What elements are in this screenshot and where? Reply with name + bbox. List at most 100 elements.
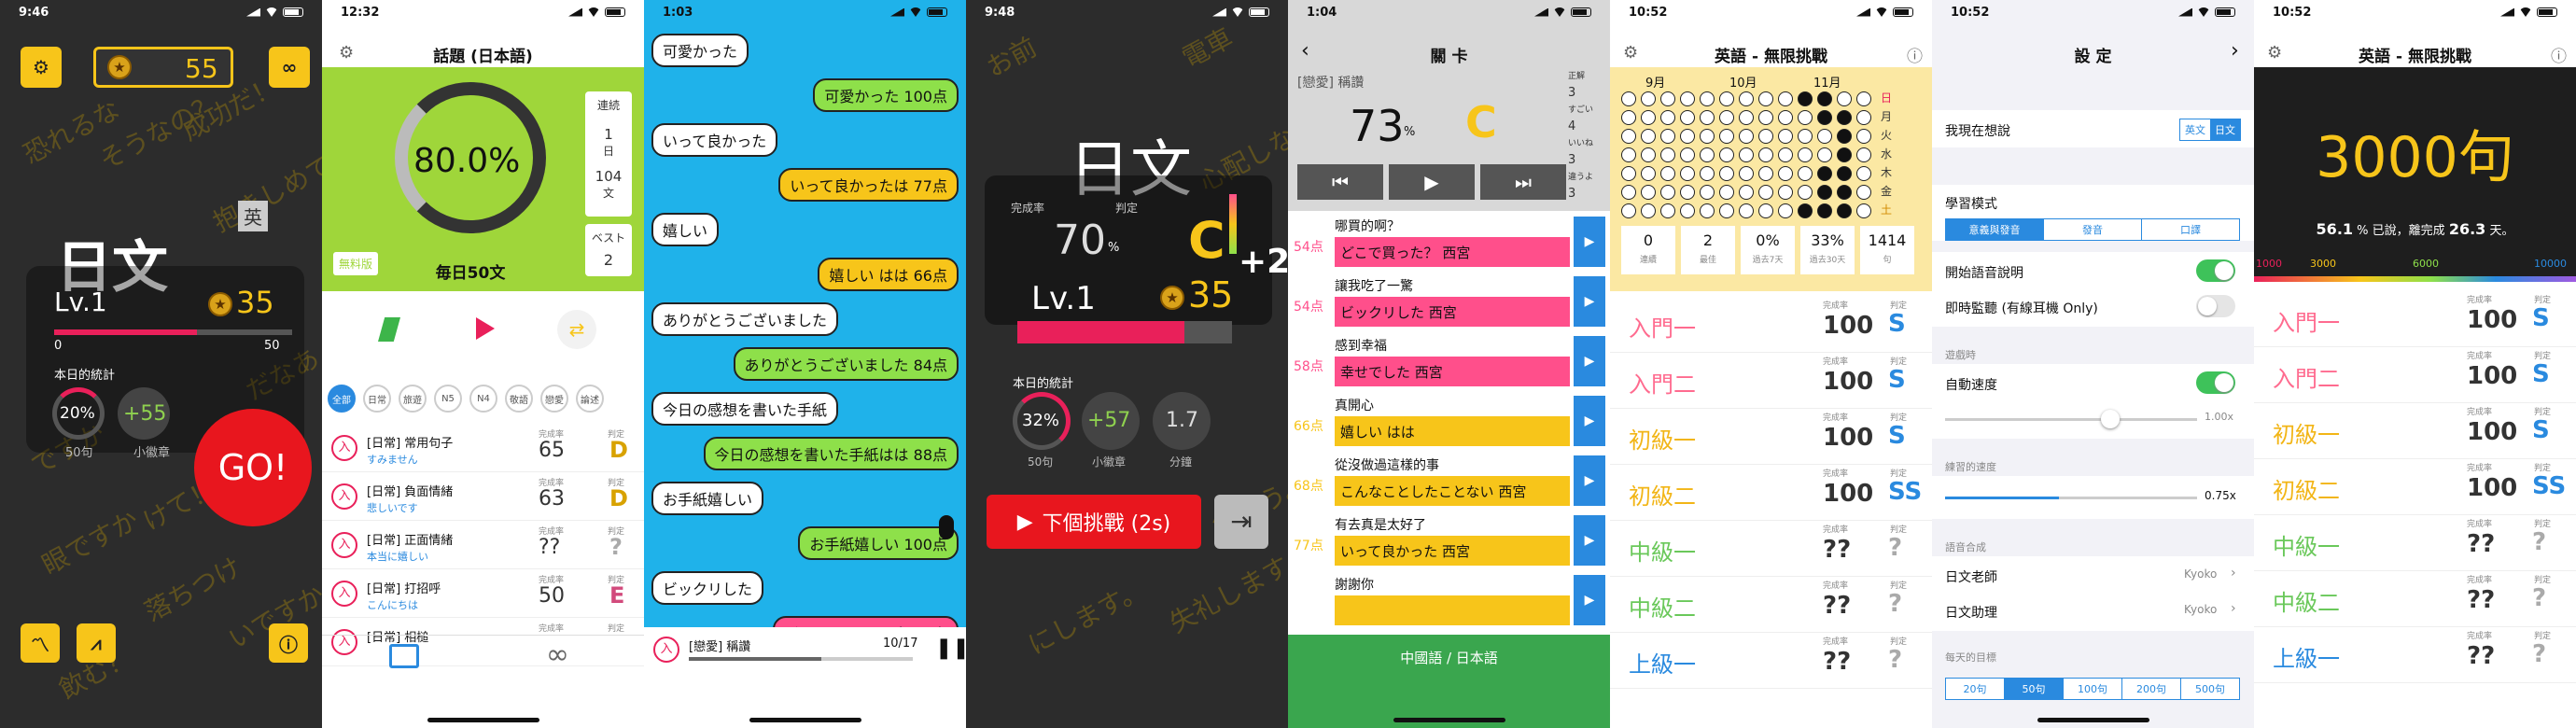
sentence-row[interactable]: 真開心 66点 嬉しい はは ▶ — [1288, 390, 1610, 450]
level-row[interactable]: 中級二 完成率?? 判定? — [1610, 577, 1932, 633]
topic-row[interactable]: 入 [日常] 相槌 完成率 判定 — [322, 620, 644, 666]
exit-icon[interactable]: ⇥ — [1214, 495, 1268, 549]
mode-option-pronounce[interactable]: 發音 — [2043, 219, 2141, 240]
mini-language-label[interactable]: 英 — [238, 201, 268, 231]
chart-icon[interactable]: 〽 — [21, 623, 60, 663]
assistant-voice[interactable]: Kyoko — [2184, 603, 2217, 616]
prompt-bubble[interactable]: 嬉しい — [651, 213, 720, 246]
answer-bubble[interactable]: ありがとうございました 84点 — [733, 347, 959, 381]
think-option-en[interactable]: 英文 — [2180, 119, 2210, 140]
sentence-row[interactable]: 感到幸福 58点 幸せでした 西宮 ▶ — [1288, 330, 1610, 390]
topic-row[interactable]: 入 [日常] 正面情緒 本当に嬉しい 完成率?? 判定? — [322, 523, 644, 569]
tab-infinity-icon[interactable]: ∞ — [546, 638, 569, 671]
voice-toggle[interactable] — [2196, 259, 2235, 282]
prompt-bubble[interactable]: いって良かった — [651, 123, 778, 157]
sentence-row[interactable]: 謝謝你 ▶ — [1288, 569, 1610, 629]
prompt-bubble[interactable]: ありがとうございました — [651, 302, 839, 336]
play-icon[interactable] — [476, 317, 495, 340]
level-row[interactable]: 入門一 完成率 100 判定 S — [1610, 297, 1932, 353]
infinity-icon[interactable]: ∞ — [269, 47, 310, 88]
monitor-toggle[interactable] — [2196, 295, 2235, 317]
answer-bubble[interactable]: 可愛かった 100点 — [813, 78, 959, 112]
goal-sentences[interactable]: 3000句 — [2254, 112, 2576, 193]
sentence-row[interactable]: 從沒做過這樣的事 68点 こんなことしたことない 西宮 ▶ — [1288, 450, 1610, 510]
prompt-bubble[interactable]: お手紙嬉しい — [651, 482, 764, 515]
think-option-ja[interactable]: 日文 — [2210, 119, 2240, 140]
tab-book-icon[interactable] — [389, 644, 419, 668]
goal-option[interactable]: 500句 — [2180, 679, 2239, 699]
level-row[interactable]: 入門一 完成率 100 判定 S — [2254, 291, 2576, 347]
speed-slider-track[interactable] — [1945, 410, 2197, 428]
topic-row[interactable]: 入 [日常] 常用句子 すみません 完成率 65 判定 D — [322, 426, 644, 472]
previous-icon[interactable]: ⏮ — [1297, 164, 1383, 200]
level-row[interactable]: 上級一 完成率?? 判定? — [1610, 633, 1932, 689]
filter-chip[interactable]: N5 — [434, 385, 462, 413]
teacher-label[interactable]: 日文老師 — [1945, 567, 1997, 586]
level-row[interactable]: 入門二 完成率 100 判定 S — [2254, 347, 2576, 403]
auto-speed-toggle[interactable] — [2196, 371, 2235, 394]
level-row[interactable]: 中級一 完成率?? 判定? — [2254, 515, 2576, 571]
assistant-label[interactable]: 日文助理 — [1945, 603, 1997, 622]
goal-option[interactable]: 200句 — [2121, 679, 2180, 699]
filter-chip[interactable]: 旅遊 — [399, 385, 427, 413]
teacher-voice[interactable]: Kyoko — [2184, 567, 2217, 581]
speed-slider-knob[interactable] — [2101, 410, 2121, 428]
topic-row[interactable]: 入 [日常] 負面情緒 悲しいです 完成率 63 判定 D — [322, 474, 644, 521]
filter-chip[interactable]: N4 — [469, 385, 497, 413]
play-sentence-icon[interactable]: ▶ — [1574, 515, 1605, 566]
play-sentence-icon[interactable]: ▶ — [1574, 575, 1605, 625]
mode-option-interpret[interactable]: 口譯 — [2141, 219, 2239, 240]
sentence-row[interactable]: 有去真是太好了 77点 いって良かった 西宮 ▶ — [1288, 510, 1610, 569]
info-icon[interactable]: ⓘ — [2551, 43, 2567, 66]
sentence-row[interactable]: 讓我吃了一驚 54点 ビックリした 西宮 ▶ — [1288, 271, 1610, 330]
level-row[interactable]: 上級一 完成率?? 判定? — [2254, 627, 2576, 683]
answer-bubble[interactable]: いって良かったは 77点 — [778, 168, 959, 202]
filter-chip[interactable]: 戀愛 — [540, 385, 568, 413]
settings-gear-icon[interactable]: ⚙ — [21, 47, 62, 88]
play-sentence-icon[interactable]: ▶ — [1574, 336, 1605, 386]
level-row[interactable]: 初級二 完成率 100 判定 SS — [1610, 465, 1932, 521]
next-challenge-button[interactable]: ▶ 下個挑戰 (2s) — [987, 495, 1201, 549]
sentence-row[interactable]: 哪買的啊？ 54点 どこで買った？ 西宮 ▶ — [1288, 211, 1610, 271]
prompt-bubble[interactable]: 今日の感想を書いた手紙 — [651, 392, 839, 426]
filter-chip[interactable]: 敬語 — [505, 385, 533, 413]
play-icon[interactable]: ▶ — [1389, 164, 1475, 200]
shuffle-icon[interactable]: ⇄ — [557, 310, 596, 349]
pause-icon[interactable]: ❚❚ — [935, 637, 966, 660]
topic-row[interactable]: 入 [日常] 打招呼 こんにちは 完成率 50 判定 E — [322, 571, 644, 618]
microphone-icon[interactable] — [939, 515, 954, 539]
filter-chip[interactable]: 全部 — [328, 385, 356, 413]
play-sentence-icon[interactable]: ▶ — [1574, 217, 1605, 267]
next-icon[interactable]: ⏭ — [1480, 164, 1566, 200]
level-row[interactable]: 中級二 完成率?? 判定? — [2254, 571, 2576, 627]
go-button[interactable]: GO! — [194, 409, 312, 526]
play-sentence-icon[interactable]: ▶ — [1574, 396, 1605, 446]
play-sentence-icon[interactable]: ▶ — [1574, 455, 1605, 506]
goal-option[interactable]: 20句 — [1946, 679, 2004, 699]
level-row[interactable]: 初級一 完成率 100 判定 S — [2254, 403, 2576, 459]
filter-chip[interactable]: 論述 — [576, 385, 604, 413]
level-row[interactable]: 初級一 完成率 100 判定 S — [1610, 409, 1932, 465]
practice-slider-track[interactable] — [1945, 497, 2197, 499]
play-sentence-icon[interactable]: ▶ — [1574, 276, 1605, 327]
prompt-bubble[interactable]: ビックリした — [651, 571, 764, 605]
think-segmented[interactable]: 英文 日文 — [2179, 119, 2241, 141]
stats-icon[interactable]: ⩘ — [77, 623, 116, 663]
level-row[interactable]: 入門二 完成率 100 判定 S — [1610, 353, 1932, 409]
info-icon[interactable]: ⓘ — [269, 623, 308, 663]
goal-option[interactable]: 100句 — [2063, 679, 2121, 699]
forward-chevron-icon[interactable]: › — [2231, 39, 2239, 63]
level-row[interactable]: 中級一 完成率?? 判定? — [1610, 521, 1932, 577]
prompt-bubble[interactable]: 可愛かった — [651, 34, 749, 67]
language-pair-footer[interactable]: 中國語 / 日本語 — [1288, 635, 1610, 728]
answer-bubble[interactable]: お手紙嬉しい 100点 — [798, 526, 959, 560]
goal-option[interactable]: 50句 — [2004, 679, 2063, 699]
info-icon[interactable]: ⓘ — [1907, 43, 1923, 66]
mode-option-meaning[interactable]: 意義與發音 — [1946, 219, 2043, 240]
goal-segmented[interactable]: 20句 50句 100句 200句 500句 — [1945, 678, 2240, 700]
level-row[interactable]: 初級二 完成率 100 判定 SS — [2254, 459, 2576, 515]
mode-segmented[interactable]: 意義與發音 發音 口譯 — [1945, 218, 2240, 241]
answer-bubble[interactable]: 今日の感想を書いた手紙はは 88点 — [703, 437, 959, 470]
book-icon[interactable] — [378, 317, 400, 342]
filter-chip[interactable]: 日常 — [363, 385, 391, 413]
